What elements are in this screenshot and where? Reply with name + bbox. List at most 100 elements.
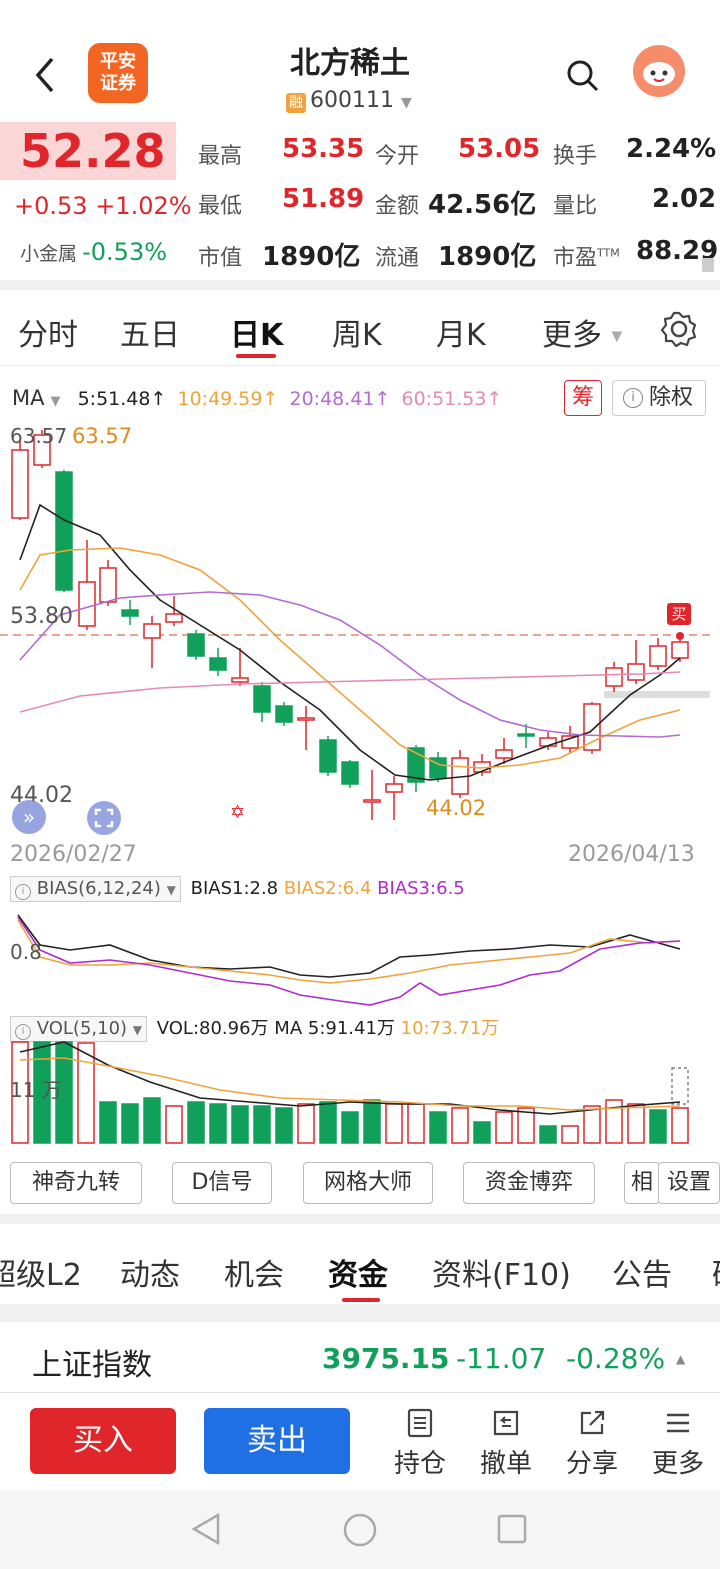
volume-bar <box>385 1103 403 1144</box>
volume-bar <box>209 1103 227 1144</box>
candle-body <box>495 749 513 759</box>
vol-ratio-value: 2.02 <box>652 184 717 214</box>
volume-bar <box>473 1121 491 1144</box>
fullscreen-icon[interactable] <box>86 800 122 836</box>
candle-body <box>649 645 667 667</box>
buy-point-marker <box>676 632 684 640</box>
axis-top-label: 63.57 <box>10 424 68 448</box>
recents-nav-icon[interactable] <box>496 1513 528 1545</box>
tab-announcement[interactable]: 公告 <box>612 1250 672 1294</box>
price-change: +0.53 +1.02% <box>14 192 192 220</box>
candle-body <box>55 471 73 591</box>
info-icon: i <box>15 1024 31 1040</box>
sector-row[interactable]: 小金属 -0.53% <box>20 238 167 266</box>
high-value: 53.35 <box>282 134 365 164</box>
volume-bar <box>671 1107 689 1144</box>
tab-weekly-k[interactable]: 周K <box>332 310 382 354</box>
tool-d-signal[interactable]: D信号 <box>172 1162 272 1204</box>
tab-f10[interactable]: 资料(F10) <box>432 1250 571 1294</box>
share-button[interactable]: 分享 <box>560 1408 624 1480</box>
bias-legend[interactable]: i BIAS(6,12,24) ▼ BIAS1:2.8 BIAS2:6.4 BI… <box>10 876 465 902</box>
chevron-left-icon[interactable] <box>30 55 60 95</box>
candle-body <box>605 667 623 687</box>
volume-bar <box>451 1107 469 1144</box>
section-divider <box>0 1214 720 1224</box>
assistant-avatar-icon[interactable] <box>632 44 686 98</box>
caret-up-icon[interactable]: ▲ <box>676 1352 685 1366</box>
bias1-value: BIAS1:2.8 <box>190 878 279 899</box>
vol-legend[interactable]: i VOL(5,10) ▼ VOL:80.96万 MA 5:91.41万 10:… <box>10 1014 499 1042</box>
volume-bar <box>77 1042 95 1144</box>
bias-chart[interactable] <box>0 905 720 1010</box>
candle-body <box>627 663 645 681</box>
candle-body <box>143 623 161 639</box>
vol-ma10-value: 10:73.71万 <box>400 1018 500 1039</box>
tab-level2[interactable]: 超级L2 <box>0 1250 82 1294</box>
ma-legend[interactable]: MA ▼ 5:51.48↑ 10:49.59↑ 20:48.41↑ 60:51.5… <box>12 386 508 410</box>
tool-partial[interactable]: 相 <box>624 1162 660 1204</box>
star-icon: ✡ <box>230 802 246 823</box>
mktcap-label: 市值 <box>198 246 243 271</box>
search-icon[interactable] <box>565 58 601 94</box>
vol-axis-label: 11 万 <box>10 1078 62 1102</box>
scroll-indicator <box>702 258 714 272</box>
home-nav-icon[interactable] <box>342 1512 378 1548</box>
candle-body <box>341 761 359 785</box>
index-name: 上证指数 <box>32 1348 152 1383</box>
candle-body <box>363 799 381 803</box>
tab-news[interactable]: 动态 <box>120 1250 180 1294</box>
tab-overflow[interactable]: 研 <box>712 1250 720 1294</box>
volume-chart[interactable] <box>0 1040 720 1145</box>
buy-button[interactable]: 买入 <box>30 1408 176 1474</box>
ex-rights-button[interactable]: i 除权 <box>612 380 706 416</box>
tab-daily-k[interactable]: 日K <box>230 310 283 354</box>
tab-intraday[interactable]: 分时 <box>18 310 78 354</box>
candle-body <box>517 733 535 737</box>
open-label: 今开 <box>375 144 420 169</box>
bias-selector[interactable]: i BIAS(6,12,24) ▼ <box>10 876 181 902</box>
pe-label: 市盈TTM <box>553 246 620 271</box>
tool-nine-turn[interactable]: 神奇九转 <box>10 1162 142 1204</box>
tool-settings[interactable]: 设置 <box>658 1162 720 1204</box>
margin-badge: 融 <box>286 93 306 113</box>
sell-button[interactable]: 卖出 <box>204 1408 350 1474</box>
vol-selector[interactable]: i VOL(5,10) ▼ <box>10 1016 148 1042</box>
turnover-value: 2.24% <box>626 134 717 164</box>
high-label: 最高 <box>198 144 243 169</box>
info-icon: i <box>623 388 643 408</box>
index-ticker[interactable]: 上证指数 3975.15 -11.07 -0.28% ▲ <box>0 1322 720 1392</box>
tab-more[interactable]: 更多 ▼ <box>542 310 622 354</box>
more-button[interactable]: 更多 <box>646 1408 710 1480</box>
amount-label: 金额 <box>375 194 420 219</box>
candle-body <box>297 717 315 721</box>
candle-body <box>165 613 183 623</box>
cancel-order-button[interactable]: 撤单 <box>474 1408 538 1480</box>
tool-grid-master[interactable]: 网格大师 <box>303 1162 433 1204</box>
volume-bar <box>99 1101 117 1144</box>
kline-chart[interactable] <box>0 420 720 840</box>
tab-five-day[interactable]: 五日 <box>120 310 180 354</box>
max-price-label: 63.57 <box>72 424 133 448</box>
volume-bar <box>121 1103 139 1144</box>
tab-monthly-k[interactable]: 月K <box>436 310 486 354</box>
candle-body <box>231 677 249 683</box>
bias3-value: BIAS3:6.5 <box>377 878 465 899</box>
header: 平安 证券 北方稀土 融 600111 ▼ <box>0 0 720 115</box>
back-nav-icon[interactable] <box>190 1512 222 1546</box>
tab-capital[interactable]: 资金 <box>328 1250 388 1294</box>
vol-value: VOL:80.96万 <box>156 1018 269 1039</box>
date-start: 2026/02/27 <box>10 842 137 867</box>
double-right-icon[interactable]: » <box>12 800 46 834</box>
chip-distribution-button[interactable]: 筹 <box>564 380 602 416</box>
candle-body <box>539 737 557 747</box>
open-value: 53.05 <box>458 134 541 164</box>
undo-icon <box>493 1410 519 1436</box>
tool-fund-game[interactable]: 资金博弈 <box>463 1162 595 1204</box>
gear-icon[interactable] <box>660 310 698 348</box>
stock-code-row[interactable]: 融 600111 ▼ <box>286 88 412 113</box>
tab-opportunity[interactable]: 机会 <box>224 1250 284 1294</box>
float-value: 1890亿 <box>438 242 537 272</box>
candle-body <box>583 703 601 751</box>
index-pct: -0.28% <box>566 1342 666 1375</box>
hold-button[interactable]: 持仓 <box>388 1408 452 1480</box>
